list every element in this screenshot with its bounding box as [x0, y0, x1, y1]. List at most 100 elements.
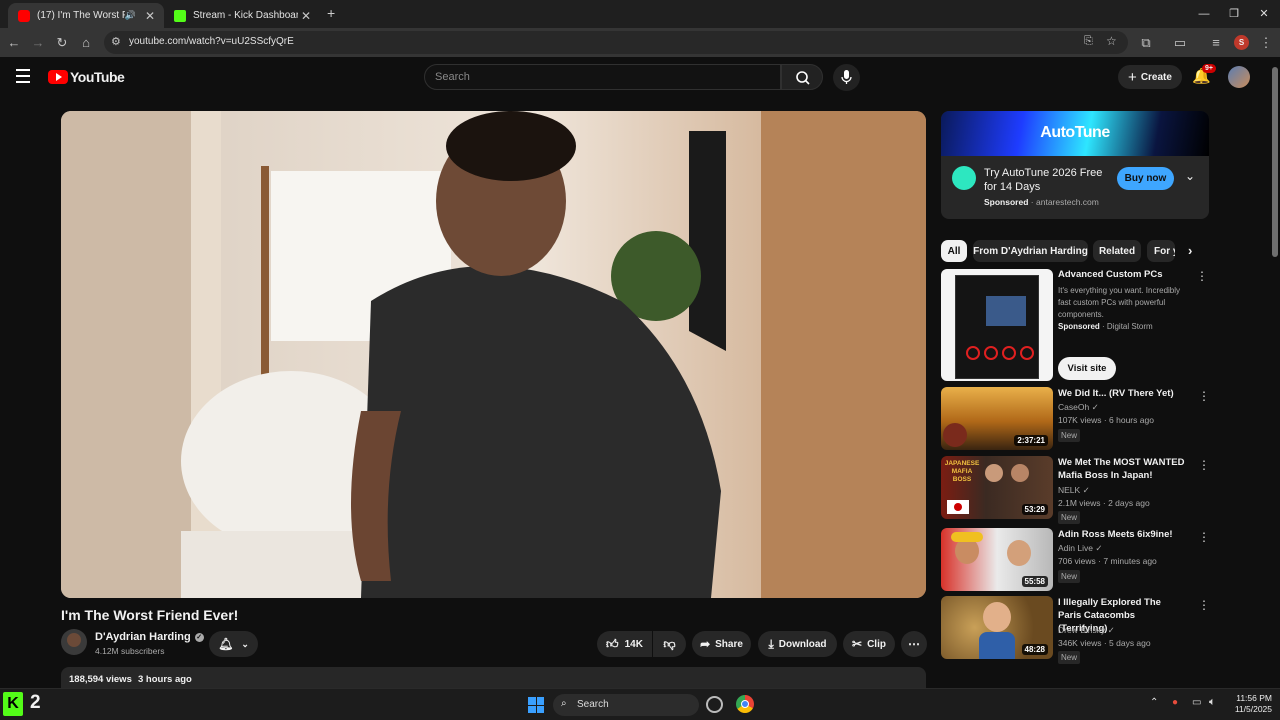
- list-item[interactable]: JAPANESE MAFIA BOSS 53:29 We Met The MOS…: [941, 456, 1210, 524]
- chip-related[interactable]: Related: [1093, 240, 1141, 262]
- sponsored-recommendation[interactable]: Advanced Custom PCs It's everything you …: [941, 269, 1209, 381]
- buy-now-button[interactable]: Buy now: [1117, 167, 1174, 190]
- taskbar-search[interactable]: ⌕ Search: [553, 694, 699, 716]
- more-actions-button[interactable]: ⋯: [901, 631, 927, 657]
- separator: ·: [1030, 197, 1034, 207]
- like-button[interactable]: 👍︎ 14K: [597, 631, 652, 657]
- install-app-icon[interactable]: ⎘: [1084, 35, 1093, 48]
- sponsored-title[interactable]: Advanced Custom PCs: [1058, 269, 1163, 280]
- home-icon[interactable]: ⌂: [76, 33, 96, 53]
- chrome-menu-icon[interactable]: ⋮: [1256, 33, 1276, 53]
- ad-sponsored-label: Sponsored: [984, 197, 1029, 207]
- channel-avatar[interactable]: [61, 629, 87, 655]
- video-title[interactable]: We Met The MOST WANTED Mafia Boss In Jap…: [1058, 456, 1186, 482]
- date: 11/5/2025: [1234, 704, 1272, 714]
- download-button[interactable]: ⤓ Download: [758, 631, 837, 657]
- chip-from-channel[interactable]: From D'Aydrian Harding: [973, 240, 1088, 262]
- page-scrollbar[interactable]: [1270, 57, 1280, 688]
- windows-start-icon[interactable]: [528, 697, 544, 713]
- channel-name-link[interactable]: D'Aydrian Harding ✓: [95, 631, 204, 643]
- tab-title: (17) I'm The Worst Friend E: [37, 10, 125, 21]
- verified-icon: ✓: [1095, 543, 1103, 553]
- video-thumbnail[interactable]: 2:37:21: [941, 387, 1053, 450]
- kick-app-icon[interactable]: K: [3, 692, 23, 716]
- video-title[interactable]: Adin Ross Meets 6ix9ine!: [1058, 528, 1186, 541]
- create-label: Create: [1140, 71, 1172, 83]
- plus-icon: +: [1128, 68, 1137, 86]
- clock[interactable]: 11:56 PM 11/5/2025: [1222, 693, 1272, 715]
- bookmark-star-icon[interactable]: ☆: [1106, 34, 1117, 48]
- hamburger-menu-icon[interactable]: [16, 69, 30, 83]
- search-input[interactable]: Search: [424, 64, 781, 90]
- video-title[interactable]: We Did It... (RV There Yet): [1058, 387, 1186, 400]
- address-bar[interactable]: ⚙ youtube.com/watch?v=uU2SScfyQrE ⎘ ☆: [104, 31, 1128, 54]
- close-window-icon[interactable]: ✕: [1244, 4, 1280, 24]
- network-icon[interactable]: ▭: [1192, 697, 1201, 708]
- time: 11:56 PM: [1236, 693, 1272, 703]
- clip-button[interactable]: ✂ Clip: [843, 631, 895, 657]
- channel-name: D'Aydrian Harding: [95, 631, 191, 643]
- new-badge: New: [1058, 429, 1081, 442]
- verified-icon: ✓: [1082, 485, 1090, 495]
- close-tab-icon[interactable]: ✕: [142, 9, 158, 23]
- speaker-icon[interactable]: 🔊: [125, 10, 136, 21]
- taskbar-search-label: Search: [577, 699, 609, 710]
- chrome-taskbar-icon[interactable]: [736, 695, 754, 713]
- video-thumbnail[interactable]: 48:28: [941, 596, 1053, 659]
- more-vertical-icon[interactable]: ⋮: [1196, 269, 1208, 283]
- voice-search-button[interactable]: [833, 64, 860, 91]
- url-text: youtube.com/watch?v=uU2SScfyQrE: [129, 36, 294, 47]
- thumbnail-text: JAPANESE MAFIA BOSS: [944, 460, 980, 483]
- reload-icon[interactable]: ↻: [52, 33, 72, 53]
- create-button[interactable]: + Create: [1118, 65, 1182, 89]
- subscription-bell-button[interactable]: 🔔︎ ⌄: [209, 631, 258, 657]
- list-item[interactable]: 55:58 Adin Ross Meets 6ix9ine! Adin Live…: [941, 528, 1210, 591]
- channel-name: NELK ✓: [1058, 485, 1090, 495]
- youtube-logo[interactable]: YouTube: [48, 69, 125, 85]
- sponsored-thumbnail[interactable]: [941, 269, 1053, 381]
- tab-kick[interactable]: Stream - Kick Dashboard ✕: [164, 3, 320, 28]
- chevron-up-icon[interactable]: ⌃: [1150, 697, 1158, 708]
- volume-icon[interactable]: 🔈︎: [1209, 696, 1216, 709]
- more-vertical-icon[interactable]: ⋮: [1198, 389, 1210, 403]
- ad-title[interactable]: Try AutoTune 2026 Free for 14 Days: [984, 166, 1114, 194]
- reading-list-icon[interactable]: ≡: [1206, 33, 1226, 53]
- new-tab-icon[interactable]: +: [327, 5, 335, 21]
- account-avatar[interactable]: [1228, 66, 1250, 88]
- logo-text: YouTube: [70, 69, 125, 85]
- video-duration: 2:37:21: [1014, 435, 1048, 446]
- chip-for-you[interactable]: For y: [1147, 240, 1175, 262]
- close-tab-icon[interactable]: ✕: [298, 9, 314, 23]
- search-button[interactable]: [781, 64, 823, 90]
- more-vertical-icon[interactable]: ⋮: [1198, 530, 1210, 544]
- forward-icon[interactable]: →: [28, 33, 48, 53]
- tab-youtube[interactable]: (17) I'm The Worst Friend E 🔊 ✕: [8, 3, 164, 28]
- app-icon[interactable]: [706, 696, 723, 713]
- scrollbar-thumb[interactable]: [1272, 67, 1278, 257]
- back-icon[interactable]: ←: [4, 33, 24, 53]
- extensions-icon[interactable]: ⧉: [1136, 33, 1156, 53]
- cast-icon[interactable]: ▭: [1170, 33, 1190, 53]
- more-vertical-icon[interactable]: ⋮: [1198, 458, 1210, 472]
- kick-favicon-icon: [174, 9, 186, 22]
- share-button[interactable]: ➦ Share: [692, 631, 751, 657]
- thumbs-down-icon: 👎︎: [663, 636, 676, 651]
- ad-banner[interactable]: AutoTune: [941, 111, 1209, 156]
- chip-all[interactable]: All: [941, 240, 967, 262]
- thumbs-up-icon: 👍︎: [606, 636, 619, 651]
- ad-card[interactable]: AutoTune Try AutoTune 2026 Free for 14 D…: [941, 111, 1209, 219]
- video-thumbnail[interactable]: 55:58: [941, 528, 1053, 591]
- list-item[interactable]: 48:28 I Illegally Explored The Paris Cat…: [941, 596, 1210, 664]
- profile-avatar[interactable]: S: [1234, 35, 1249, 50]
- more-vertical-icon[interactable]: ⋮: [1198, 598, 1210, 612]
- chevron-down-icon[interactable]: ⌄: [1185, 169, 1195, 183]
- site-info-icon[interactable]: ⚙: [111, 35, 121, 48]
- dislike-button[interactable]: 👎︎: [653, 631, 686, 657]
- list-item[interactable]: 2:37:21 We Did It... (RV There Yet) Case…: [941, 387, 1210, 450]
- visit-site-button[interactable]: Visit site: [1058, 357, 1116, 380]
- chevron-right-icon[interactable]: ›: [1188, 243, 1192, 258]
- channel-name: Drew Binsky ✓: [1058, 625, 1115, 635]
- video-player[interactable]: [61, 111, 926, 598]
- video-thumbnail[interactable]: JAPANESE MAFIA BOSS 53:29: [941, 456, 1053, 519]
- microphone-icon[interactable]: ●: [1172, 697, 1178, 708]
